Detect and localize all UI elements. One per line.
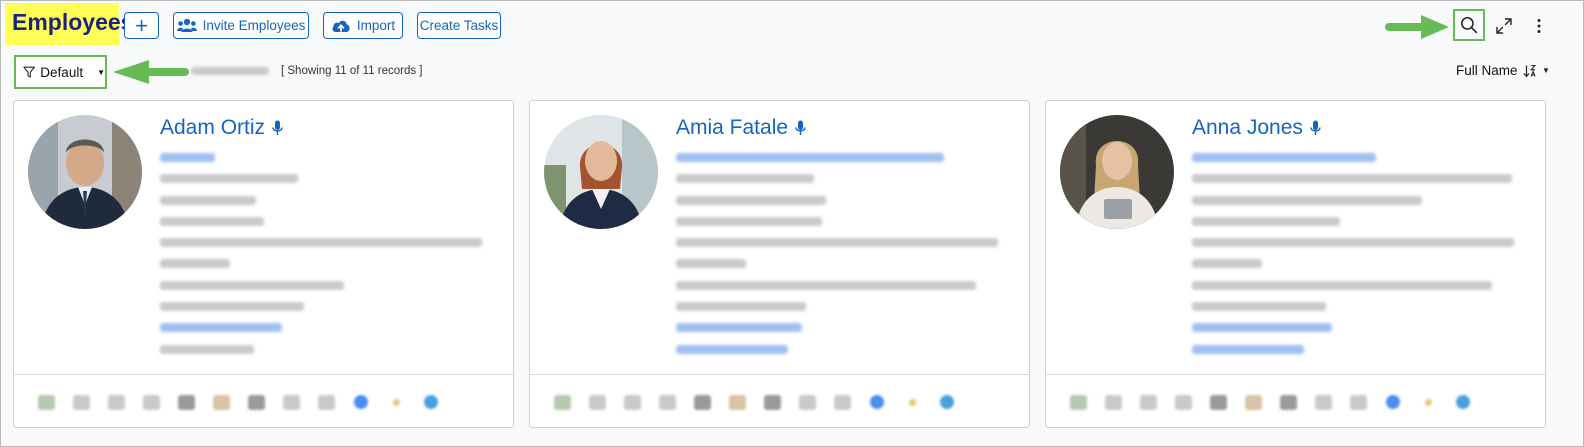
action-icon[interactable] <box>830 391 854 413</box>
app-window: Employees + Invite Employees Import Crea… <box>0 0 1584 447</box>
card-divider <box>14 374 513 375</box>
action-icon[interactable] <box>550 391 574 413</box>
employee-name[interactable]: Anna Jones <box>1192 116 1303 140</box>
action-icon[interactable] <box>244 391 268 413</box>
employee-details-blurred <box>160 153 482 366</box>
employee-name[interactable]: Adam Ortiz <box>160 116 265 140</box>
action-icon[interactable] <box>349 391 373 413</box>
action-icon[interactable] <box>34 391 58 413</box>
action-icon[interactable] <box>725 391 749 413</box>
employee-name[interactable]: Amia Fatale <box>676 116 788 140</box>
filter-description-blurred <box>191 67 269 75</box>
import-button[interactable]: Import <box>323 12 403 39</box>
search-button[interactable] <box>1453 9 1485 41</box>
action-icon[interactable] <box>1381 391 1405 413</box>
action-icon[interactable] <box>655 391 679 413</box>
action-icon[interactable] <box>1451 391 1475 413</box>
create-tasks-button[interactable]: Create Tasks <box>417 12 501 39</box>
microphone-icon[interactable] <box>795 120 806 136</box>
fullscreen-button[interactable] <box>1491 13 1517 39</box>
records-count: [ Showing 11 of 11 records ] <box>281 65 423 77</box>
employee-card[interactable]: Amia Fatale <box>529 100 1030 428</box>
expand-icon <box>1496 18 1512 34</box>
filter-dropdown[interactable]: Default ▼ <box>14 55 107 89</box>
action-icon[interactable] <box>935 391 959 413</box>
employee-details-blurred <box>676 153 998 366</box>
action-icon[interactable] <box>620 391 644 413</box>
action-icon[interactable] <box>1101 391 1125 413</box>
card-divider <box>530 374 1029 375</box>
action-icon[interactable] <box>104 391 128 413</box>
employee-details-blurred <box>1192 153 1514 366</box>
action-icon[interactable] <box>865 391 889 413</box>
card-divider <box>1046 374 1545 375</box>
action-icon[interactable] <box>314 391 338 413</box>
action-icon[interactable] <box>419 391 443 413</box>
action-icon[interactable] <box>1241 391 1265 413</box>
card-actions-blurred <box>34 391 443 413</box>
action-icon[interactable] <box>139 391 163 413</box>
annotation-arrow-right <box>1385 15 1449 39</box>
action-icon[interactable] <box>760 391 784 413</box>
action-icon[interactable] <box>174 391 198 413</box>
sort-label: Full Name <box>1456 63 1518 78</box>
action-icon[interactable] <box>1276 391 1300 413</box>
microphone-icon[interactable] <box>1310 120 1321 136</box>
action-icon[interactable] <box>1066 391 1090 413</box>
annotation-arrow-left <box>113 60 189 84</box>
more-options-button[interactable] <box>1527 13 1551 39</box>
users-icon <box>176 18 197 32</box>
caret-down-icon: ▼ <box>97 67 105 77</box>
action-icon[interactable] <box>1206 391 1230 413</box>
card-actions-blurred <box>1066 391 1475 413</box>
import-label: Import <box>356 18 396 33</box>
action-icon[interactable] <box>1171 391 1195 413</box>
search-icon <box>1461 17 1478 34</box>
action-icon[interactable] <box>585 391 609 413</box>
action-icon[interactable] <box>1311 391 1335 413</box>
sort-ascending-icon <box>1523 64 1536 77</box>
invite-employees-label: Invite Employees <box>202 18 306 33</box>
page-title: Employees <box>12 9 134 35</box>
action-icon[interactable] <box>1346 391 1370 413</box>
card-actions-blurred <box>550 391 959 413</box>
invite-employees-button[interactable]: Invite Employees <box>173 12 309 39</box>
action-icon[interactable] <box>69 391 93 413</box>
employee-card[interactable]: Anna Jones <box>1045 100 1546 428</box>
action-icon[interactable] <box>795 391 819 413</box>
add-employee-button[interactable]: + <box>124 12 159 39</box>
action-icon[interactable] <box>690 391 714 413</box>
microphone-icon[interactable] <box>272 120 283 136</box>
filter-label: Default <box>40 64 84 80</box>
avatar[interactable] <box>1060 115 1174 229</box>
action-icon[interactable] <box>1416 391 1440 413</box>
action-icon[interactable] <box>279 391 303 413</box>
sort-caret-down-icon[interactable]: ▼ <box>1542 66 1550 75</box>
action-icon[interactable] <box>209 391 233 413</box>
filter-icon <box>23 66 35 78</box>
action-icon[interactable] <box>384 391 408 413</box>
cloud-upload-icon <box>332 20 350 32</box>
action-icon[interactable] <box>1136 391 1160 413</box>
more-vertical-icon <box>1537 19 1541 33</box>
avatar[interactable] <box>544 115 658 229</box>
employee-card[interactable]: Adam Ortiz <box>13 100 514 428</box>
sort-selector[interactable]: Full Name <box>1456 63 1537 78</box>
action-icon[interactable] <box>900 391 924 413</box>
avatar[interactable] <box>28 115 142 229</box>
